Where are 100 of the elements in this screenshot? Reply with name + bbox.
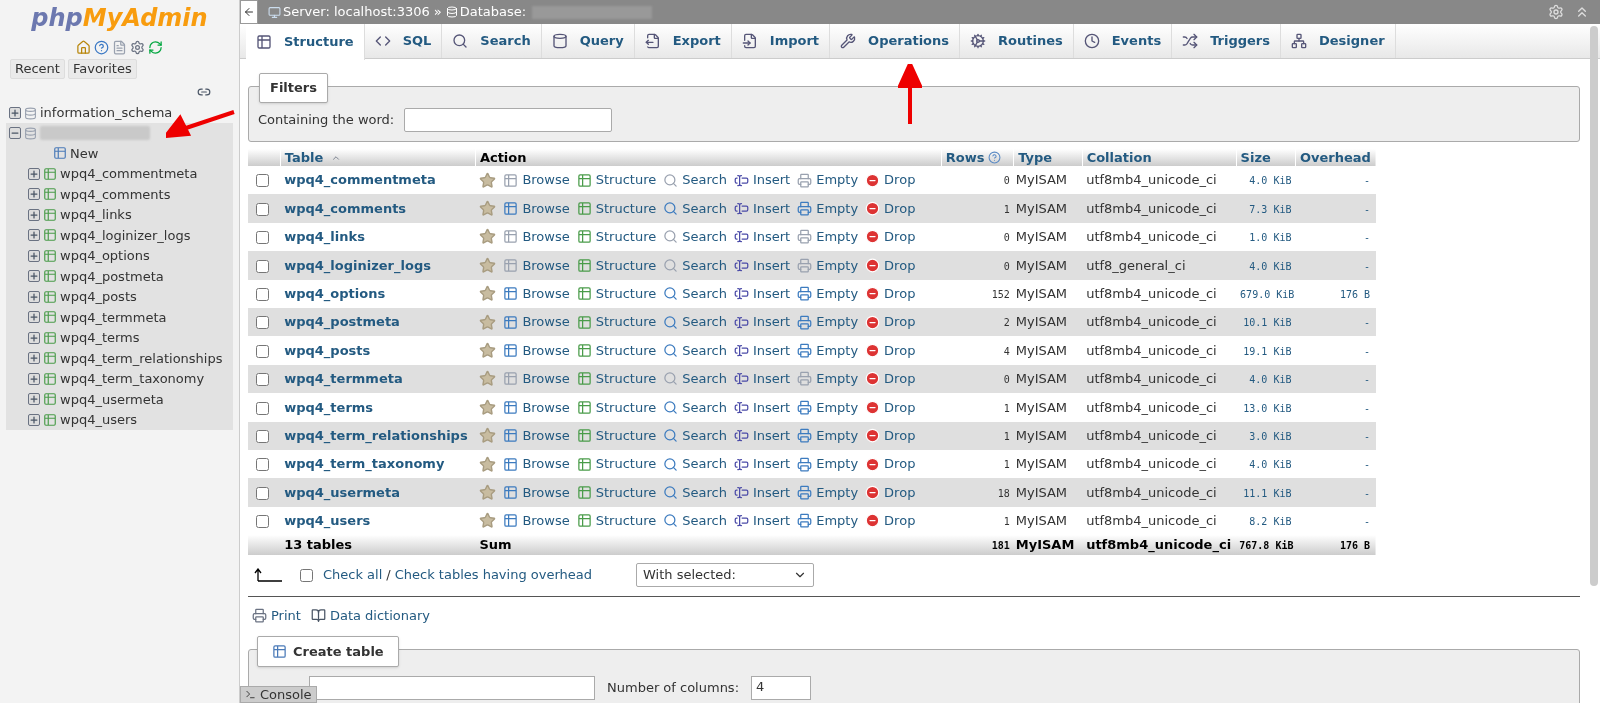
- action-link[interactable]: Empty: [816, 511, 859, 531]
- back-button[interactable]: [240, 0, 258, 24]
- action-link[interactable]: Drop: [884, 369, 916, 389]
- action-link[interactable]: Search: [682, 340, 727, 361]
- action-link[interactable]: Empty: [816, 454, 859, 474]
- action-link[interactable]: Empty: [816, 255, 859, 276]
- expand-icon[interactable]: [28, 311, 40, 324]
- table-name-link[interactable]: wpq4_users: [284, 513, 371, 529]
- action-link[interactable]: Drop: [884, 198, 916, 219]
- action-link[interactable]: Search: [682, 482, 727, 503]
- document-icon[interactable]: [112, 40, 127, 55]
- table-link[interactable]: wpq4_users: [60, 410, 138, 430]
- star-icon[interactable]: [479, 455, 497, 473]
- table-link[interactable]: wpq4_loginizer_logs: [60, 225, 191, 245]
- action-link[interactable]: Browse: [522, 255, 570, 276]
- table-name-link[interactable]: wpq4_loginizer_logs: [284, 257, 431, 273]
- data-dictionary-link[interactable]: Data dictionary: [329, 605, 430, 626]
- action-link[interactable]: Structure: [595, 170, 657, 190]
- action-link[interactable]: Drop: [884, 454, 916, 474]
- expand-icon[interactable]: [28, 393, 40, 406]
- action-link[interactable]: Structure: [595, 397, 657, 418]
- help-icon[interactable]: [94, 40, 109, 55]
- action-link[interactable]: Drop: [884, 255, 916, 276]
- row-checkbox[interactable]: [256, 288, 269, 301]
- star-icon[interactable]: [479, 398, 497, 416]
- row-checkbox[interactable]: [256, 515, 269, 529]
- action-link[interactable]: Structure: [595, 312, 657, 332]
- row-checkbox[interactable]: [256, 429, 269, 443]
- link-icon[interactable]: [197, 85, 211, 99]
- table-size[interactable]: 7.3 KiB: [1249, 203, 1292, 215]
- new-link[interactable]: New: [70, 143, 99, 163]
- table-name-link[interactable]: wpq4_terms: [284, 399, 374, 415]
- action-link[interactable]: Search: [682, 312, 727, 332]
- expand-icon[interactable]: [28, 290, 40, 303]
- table-size[interactable]: 3.0 KiB: [1249, 430, 1292, 442]
- action-link[interactable]: Empty: [816, 397, 859, 418]
- tab[interactable]: Routines: [960, 24, 1074, 58]
- row-checkbox[interactable]: [256, 231, 269, 245]
- star-icon[interactable]: [479, 512, 497, 530]
- star-icon[interactable]: [479, 171, 497, 189]
- table-size[interactable]: 679.0 KiB: [1240, 289, 1295, 300]
- table-name-field[interactable]: [309, 675, 595, 700]
- table-name-link[interactable]: wpq4_termmeta: [284, 371, 403, 387]
- table-name-link[interactable]: wpq4_usermeta: [284, 484, 400, 500]
- table-link[interactable]: wpq4_terms: [60, 328, 140, 348]
- action-link[interactable]: Insert: [752, 312, 791, 332]
- table-link[interactable]: wpq4_commentmeta: [60, 164, 198, 184]
- row-checkbox[interactable]: [256, 401, 269, 415]
- action-link[interactable]: Drop: [884, 482, 916, 503]
- expand-icon[interactable]: [28, 229, 40, 242]
- action-link[interactable]: Browse: [522, 170, 570, 190]
- action-link[interactable]: Structure: [595, 340, 657, 361]
- action-link[interactable]: Browse: [522, 425, 570, 446]
- table-link[interactable]: wpq4_posts: [60, 287, 137, 307]
- action-link[interactable]: Browse: [522, 397, 570, 418]
- table-size[interactable]: 13.0 KiB: [1243, 402, 1292, 414]
- action-link[interactable]: Empty: [816, 425, 859, 446]
- tab[interactable]: Triggers: [1172, 24, 1281, 58]
- action-link[interactable]: Browse: [522, 454, 570, 474]
- table-link[interactable]: wpq4_term_taxonomy: [60, 369, 205, 389]
- action-link[interactable]: Insert: [752, 255, 791, 276]
- row-checkbox[interactable]: [256, 458, 269, 472]
- action-link[interactable]: Insert: [752, 170, 791, 190]
- action-link[interactable]: Structure: [595, 454, 657, 474]
- expand-icon[interactable]: [28, 208, 40, 221]
- action-link[interactable]: Insert: [752, 425, 791, 446]
- table-link[interactable]: wpq4_termmeta: [60, 307, 167, 327]
- expand-icon[interactable]: [28, 352, 40, 365]
- action-link[interactable]: Insert: [752, 397, 791, 418]
- expand-icon[interactable]: [28, 167, 40, 180]
- table-size[interactable]: 4.0 KiB: [1249, 459, 1292, 471]
- action-link[interactable]: Browse: [522, 198, 570, 219]
- action-link[interactable]: Drop: [884, 397, 916, 418]
- tab[interactable]: Events: [1073, 24, 1173, 58]
- star-icon[interactable]: [479, 370, 497, 388]
- table-size[interactable]: 4.0 KiB: [1249, 374, 1292, 386]
- table-name-link[interactable]: wpq4_comments: [284, 200, 407, 216]
- table-size[interactable]: 10.1 KiB: [1243, 317, 1292, 329]
- action-link[interactable]: Search: [682, 369, 727, 389]
- columns-field[interactable]: 4: [751, 675, 812, 700]
- action-link[interactable]: Drop: [884, 312, 916, 332]
- reload-icon[interactable]: [148, 40, 163, 55]
- column-header[interactable]: Overhead: [1299, 149, 1371, 166]
- row-checkbox[interactable]: [256, 486, 269, 500]
- action-link[interactable]: Browse: [522, 482, 570, 503]
- row-checkbox[interactable]: [256, 259, 269, 273]
- action-link[interactable]: Insert: [752, 454, 791, 474]
- action-link[interactable]: Empty: [816, 369, 859, 389]
- action-link[interactable]: Empty: [816, 198, 859, 219]
- action-link[interactable]: Structure: [595, 369, 657, 389]
- column-header[interactable]: Size: [1240, 149, 1271, 166]
- row-checkbox[interactable]: [256, 316, 269, 330]
- action-link[interactable]: Search: [682, 511, 727, 531]
- with-selected-dropdown[interactable]: With selected:: [636, 563, 814, 588]
- table-link[interactable]: wpq4_postmeta: [60, 266, 164, 286]
- action-link[interactable]: Search: [682, 397, 727, 418]
- collapse-icon[interactable]: [9, 127, 21, 139]
- table-size[interactable]: 4.0 KiB: [1249, 175, 1292, 187]
- star-icon[interactable]: [479, 427, 497, 445]
- action-link[interactable]: Structure: [595, 284, 657, 304]
